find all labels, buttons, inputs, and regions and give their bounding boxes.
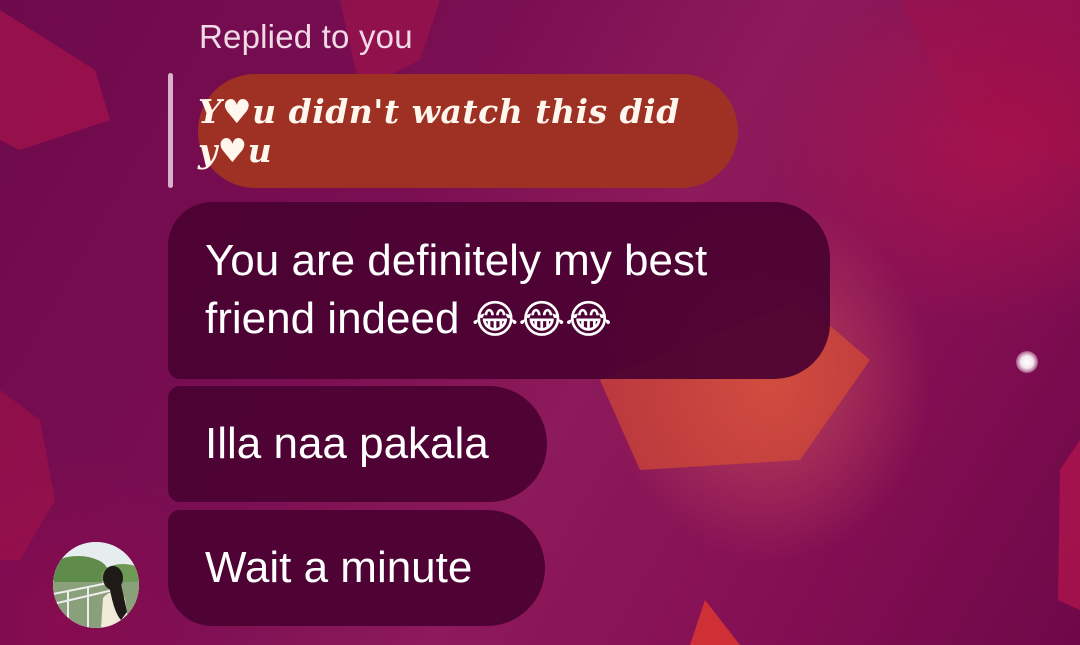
glow-dot	[1016, 351, 1038, 373]
message-text: You are definitely my best friend indeed	[205, 236, 708, 343]
message-bubble[interactable]: Wait a minute	[168, 510, 545, 626]
profile-photo-avatar-icon	[53, 542, 139, 628]
leaf-decoration	[0, 10, 110, 150]
message-text: Illa naa pakala	[205, 419, 489, 468]
leaf-decoration	[690, 600, 740, 645]
quoted-message-text: Y♥u didn't watch this did y♥u	[198, 92, 680, 170]
message-text: Wait a minute	[205, 543, 473, 592]
replied-to-you-label: Replied to you	[199, 18, 413, 55]
sender-avatar[interactable]	[53, 542, 139, 628]
quoted-message-bubble[interactable]: Y♥u didn't watch this did y♥u	[198, 74, 738, 188]
leaf-decoration	[0, 390, 55, 560]
message-bubble[interactable]: You are definitely my best friend indeed…	[168, 202, 830, 379]
reply-indicator-bar	[168, 73, 173, 188]
leaf-decoration	[900, 0, 1080, 170]
leaf-decoration	[1058, 440, 1080, 610]
laughing-tears-emoji-icon: 😂😂😂	[471, 297, 612, 343]
message-bubble[interactable]: Illa naa pakala	[168, 386, 547, 502]
